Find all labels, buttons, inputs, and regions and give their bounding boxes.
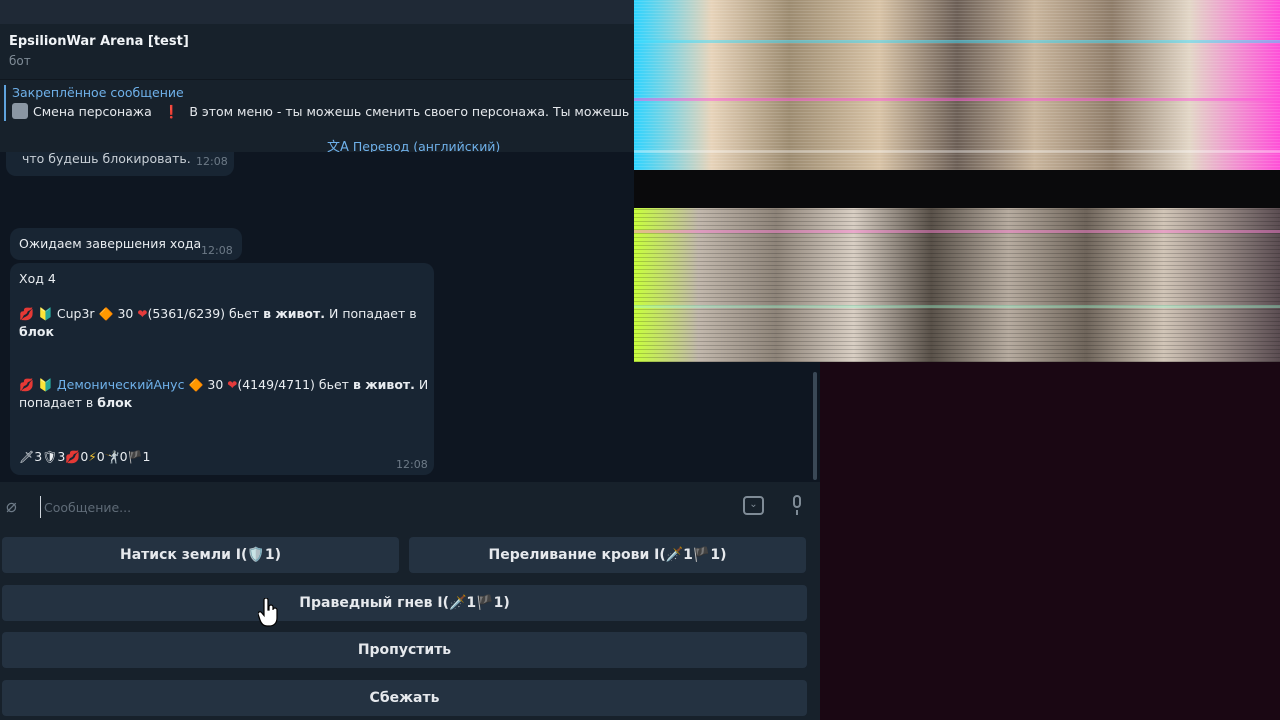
level-diamond-icon: 🔶 [188, 378, 204, 392]
block-text: блок [97, 395, 133, 410]
mic-stem [796, 510, 798, 515]
sword-icon: 🗡 [19, 450, 35, 464]
message-bubble: что будешь блокировать. 12:08 [6, 152, 234, 176]
chat-title: EpsilionWar Arena [test] [9, 34, 189, 49]
pinned-body: В этом меню - ты можешь сменить своего п… [189, 104, 632, 119]
message-bubble: Ожидаем завершения хода 12:08 [10, 228, 242, 260]
pinned-text: Смена персонажа ❗ В этом меню - ты можешь … [12, 103, 632, 120]
action-text: бьет [229, 306, 260, 321]
target-text: в живот. [263, 306, 326, 321]
lightning-icon: ⚡ [88, 450, 97, 464]
mic-capsule [793, 495, 801, 508]
bot-keyboard-icon[interactable]: ⌄ [743, 496, 764, 515]
stats-line: 🗡3🛡3💋0⚡0🤺0🏴1 [19, 449, 151, 464]
battle-line-2-cont: попадает в блок [19, 394, 132, 412]
message-text: Ожидаем завершения хода [19, 236, 202, 251]
level-diamond-icon: 🔶 [98, 307, 114, 321]
fighter-name[interactable]: Cup3r [57, 306, 95, 321]
shield-icon: 🛡 [42, 450, 58, 464]
fighter-hp: (5361/6239) [147, 306, 226, 321]
glitch-dark-band [634, 170, 1280, 208]
skill-righteous-wrath-button[interactable]: Праведный гнев I(🗡️1🏴1) [2, 585, 807, 621]
microphone-icon[interactable] [788, 495, 806, 517]
action-text: бьет [318, 377, 349, 392]
glitch-video-overlay [634, 0, 1280, 362]
chat-subtitle: бот [9, 54, 31, 68]
battle-line-1: 💋 🔰 Cup3r 🔶 30 ❤(5361/6239) бьет в живот… [19, 305, 417, 323]
message-time: 12:08 [196, 155, 228, 168]
scrollbar[interactable] [813, 372, 817, 480]
pinned-lead: Смена персонажа [33, 104, 152, 119]
hand-cursor-icon [258, 598, 278, 627]
target-text: в живот. [352, 377, 415, 392]
lips-icon: 💋 [65, 450, 81, 464]
flee-button[interactable]: Сбежать [2, 680, 807, 716]
flag-icon: 🏴 [127, 450, 143, 464]
background-dark-area [820, 362, 1280, 720]
message-time: 12:08 [201, 244, 233, 257]
result-text: И попадает в [329, 306, 417, 321]
app-window: EpsilionWar Arena [test] бот Закреплённо… [0, 0, 1280, 720]
skill-earth-charge-button[interactable]: Натиск земли I(🛡️1) [2, 537, 399, 573]
fighter-name-link[interactable]: ДемоническийАнус [57, 377, 185, 392]
glitch-streak [634, 150, 1280, 153]
message-input[interactable] [40, 496, 720, 518]
result-text: И [418, 377, 429, 392]
battle-line-1-cont: блок [19, 323, 54, 341]
glitch-streak [634, 98, 1280, 101]
shield-crest-icon: 🔰 [37, 307, 53, 321]
lips-icon: 💋 [19, 378, 34, 392]
turn-label: Ход 4 [19, 271, 56, 286]
pinned-title: Закреплённое сообщение [12, 85, 184, 100]
fighter-level: 30 [117, 306, 134, 321]
message-text: что будешь блокировать. [22, 152, 191, 166]
fencer-icon: 🤺 [104, 450, 120, 464]
skill-blood-transfusion-button[interactable]: Переливание крови I(🗡️1🏴1) [409, 537, 806, 573]
battle-log-bubble: Ход 4 💋 🔰 Cup3r 🔶 30 ❤(5361/6239) бьет в… [10, 263, 434, 475]
block-text: блок [19, 324, 54, 339]
result-text-2: попадает в [19, 395, 94, 410]
glitch-streak [634, 305, 1280, 308]
fighter-level: 30 [207, 377, 224, 392]
glitch-frame-top [634, 0, 1280, 170]
character-icon [12, 103, 28, 119]
exclamation-icon: ❗ [163, 104, 180, 119]
heart-icon: ❤ [227, 378, 238, 392]
bot-keyboard: Натиск земли I(🛡️1) Переливание крови I(… [0, 532, 820, 720]
glitch-streak [634, 230, 1280, 233]
pinned-bar [4, 85, 6, 121]
skip-button[interactable]: Пропустить [2, 632, 807, 668]
fighter-hp: (4149/4711) [237, 377, 315, 392]
battle-line-2: 💋 🔰 ДемоническийАнус 🔶 30 ❤(4149/4711) б… [19, 376, 428, 394]
shield-crest-icon: 🔰 [37, 378, 53, 392]
heart-icon: ❤ [137, 307, 148, 321]
paperclip-icon[interactable]: ⌀ [6, 496, 17, 517]
lips-icon: 💋 [19, 307, 34, 321]
glitch-streak [634, 40, 1280, 43]
compose-bar: ⌀ ⌄ [0, 482, 820, 532]
message-time: 12:08 [396, 458, 428, 471]
